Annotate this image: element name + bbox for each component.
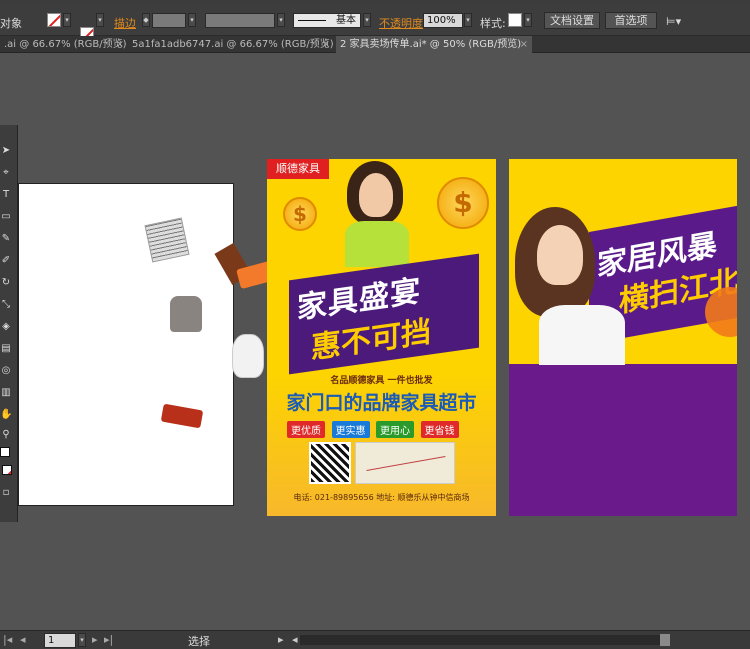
stroke-weight-dropdown[interactable]: ▾ [188,13,196,27]
tag-2: 更实惠 [331,421,370,438]
stroke-color-icon[interactable] [2,465,12,475]
stroke-weight-field[interactable] [152,13,186,28]
opacity-label[interactable]: 不透明度 [379,15,423,31]
preferences-button[interactable]: 首选项 [605,12,657,29]
stroke-dropdown[interactable]: ▾ [96,13,104,27]
purple-block [509,364,737,516]
toilet-object[interactable] [232,334,264,378]
fill-dropdown[interactable]: ▾ [63,13,71,27]
model-face [359,173,393,217]
model-top [539,305,625,365]
scrollbar-thumb[interactable] [660,634,670,646]
rectangle-tool-icon[interactable]: ▭ [0,211,12,223]
close-icon[interactable]: × [116,36,124,53]
style-label: 样式: [480,17,506,30]
stroke-line-preview [298,20,326,21]
close-icon[interactable]: × [322,36,330,53]
graphic-style-swatch[interactable] [508,13,522,27]
benefit-tags: 更优质 更实惠 更用心 更省钱 [287,421,487,438]
slogan-text: 家门口的品牌家具超市 [286,392,477,414]
variable-width-profile[interactable] [205,13,275,28]
tag-3: 更用心 [376,421,414,438]
stroke-weight-stepper[interactable]: ◆ [142,13,150,27]
brand-tag: 顺德家具 [267,159,329,179]
stroke-label[interactable]: 描边 [114,15,136,31]
brush-tool-icon[interactable]: ✐ [0,255,12,267]
hand-tool-icon[interactable]: ✋ [0,409,12,421]
armchair-object[interactable] [170,296,202,332]
shape-builder-icon[interactable]: ◈ [0,321,12,333]
previous-artboard-icon[interactable]: ◂ [20,633,26,646]
graph-tool-icon[interactable]: ▥ [0,387,12,399]
poster-artboard-2[interactable]: 家居风暴 横扫江北 [509,159,737,516]
blend-tool-icon[interactable]: ◎ [0,365,12,377]
artboard-number-field[interactable]: 1 [44,633,76,648]
coin-right-icon: $ [437,177,489,229]
tag-4: 更省钱 [420,421,459,438]
type-tool-icon[interactable]: T [0,189,12,201]
fill-swatch[interactable] [47,13,61,27]
rotate-tool-icon[interactable]: ↻ [0,277,12,289]
document-tabs: .ai @ 66.67% (RGB/预览) × 5a1fa1adb6747.ai… [0,36,750,53]
variable-width-dropdown[interactable]: ▾ [277,13,285,27]
brush-definition[interactable]: 基本 [293,13,361,28]
opacity-field[interactable]: 100% [423,13,463,28]
tools-panel: ➤ ⌖ T ▭ ✎ ✐ ↻ ⤡ ◈ ▤ ◎ ▥ ✋ ⚲ ▫ [0,125,18,522]
qr-code [309,442,351,484]
pencil-tool-icon[interactable]: ✎ [0,233,12,245]
zoom-tool-icon[interactable]: ⚲ [0,429,12,441]
contact-info: 电话: 021-89895656 地址: 顺德乐从钟中信商场 [293,493,470,502]
scroll-left-icon[interactable]: ◂ [292,633,298,646]
status-bar: |◂ ◂ 1 ▾ ▸ ▸| 选择 ▸ ◂ [0,630,750,649]
tag-1: 更优质 [287,421,325,438]
direct-selection-icon[interactable]: ⌖ [0,167,12,179]
opacity-dropdown[interactable]: ▾ [464,13,472,27]
status-menu-icon[interactable]: ▸ [278,633,284,646]
tab-document-1[interactable]: .ai @ 66.67% (RGB/预览) × [0,36,128,53]
coin-left-icon: $ [283,197,317,231]
stroke-style-value: 基本 [336,15,356,26]
close-icon[interactable]: × [520,36,528,53]
scale-tool-icon[interactable]: ⤡ [0,299,12,311]
tab-document-2[interactable]: 5a1fa1adb6747.ai @ 66.67% (RGB/预览) × [128,36,334,53]
tab-document-3[interactable]: 2 家具卖场传单.ai* @ 50% (RGB/预览) × [336,36,532,53]
horizontal-scrollbar[interactable] [300,635,660,645]
poster-artboard-1[interactable]: 顺德家具 $ $ 家具盛宴 惠不可挡 名品顺德家具 一件也批发 家门口的品牌家具… [267,159,496,516]
artboard-white[interactable] [18,183,234,506]
location-map [355,442,455,484]
newspaper-object[interactable] [144,217,190,263]
selection-label: 对象 [0,17,22,30]
first-artboard-icon[interactable]: |◂ [3,633,12,646]
last-artboard-icon[interactable]: ▸| [104,633,113,646]
tab-label: 2 家具卖场传单.ai* @ 50% (RGB/预览) [340,39,522,50]
model-face [537,225,583,285]
subline-text: 名品顺德家具 一件也批发 [330,376,433,386]
brush-dropdown[interactable]: ▾ [363,13,371,27]
tab-label: 5a1fa1adb6747.ai @ 66.67% (RGB/预览) [132,39,334,50]
document-setup-button[interactable]: 文档设置 [544,12,600,29]
gradient-tool-icon[interactable]: ▤ [0,343,12,355]
tab-label: .ai @ 66.67% (RGB/预览) [4,39,127,50]
artboard-dropdown[interactable]: ▾ [78,633,86,647]
model-top [345,221,409,267]
draw-mode-icon[interactable]: ▫ [0,487,12,499]
selection-tool-icon[interactable]: ➤ [0,145,12,157]
next-artboard-icon[interactable]: ▸ [92,633,98,646]
fill-color-icon[interactable] [0,447,10,457]
control-bar: 对象 ▾ ▾ 描边 ◆ ▾ ▾ 基本 ▾ 不透明度 100% ▾ 样式: ▾ 文… [0,6,750,41]
current-tool-label: 选择 [188,635,210,648]
headline-panel: 家具盛宴 惠不可挡 [289,253,479,375]
graphic-style-dropdown[interactable]: ▾ [524,13,532,27]
align-menu-icon[interactable]: ⊨▾ [666,15,681,28]
